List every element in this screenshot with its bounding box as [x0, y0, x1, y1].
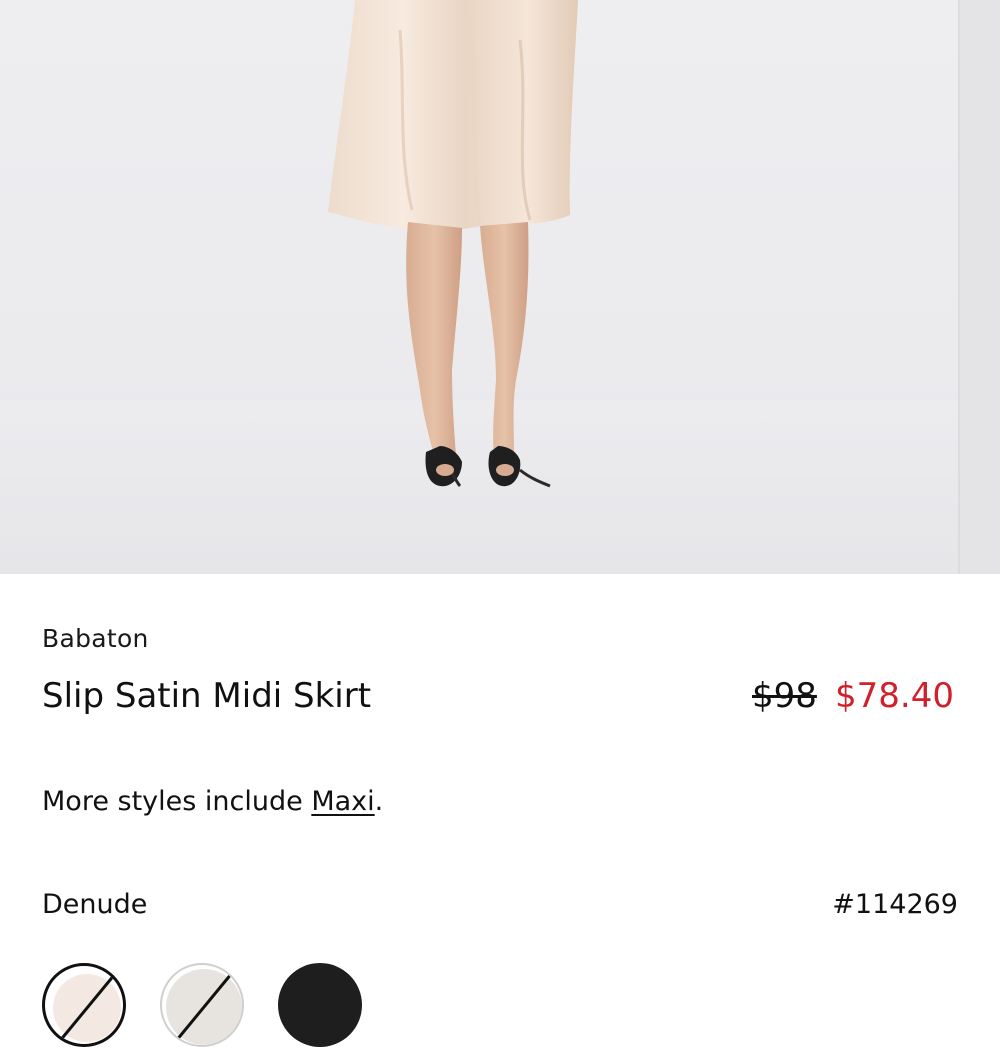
- next-image-peek[interactable]: [958, 0, 1000, 574]
- product-title: Slip Satin Midi Skirt: [42, 676, 372, 716]
- selected-color-name: Denude: [42, 889, 148, 920]
- swatch-light-grey[interactable]: [160, 963, 244, 1047]
- more-styles-suffix: .: [374, 786, 384, 817]
- product-photo: [0, 0, 960, 574]
- more-styles-prefix: More styles include: [42, 786, 312, 817]
- maxi-style-link[interactable]: Maxi: [311, 786, 374, 817]
- swatch-black[interactable]: [278, 963, 362, 1047]
- more-styles-text: More styles include Maxi.: [42, 786, 383, 817]
- sale-price: $78.40: [835, 676, 954, 716]
- swatch-denude-fill: [53, 973, 121, 1043]
- brand-name[interactable]: Babaton: [42, 624, 149, 653]
- product-sku: #114269: [832, 889, 958, 920]
- swatch-light-grey-fill: [166, 969, 242, 1045]
- swatch-denude[interactable]: [42, 963, 126, 1047]
- product-image[interactable]: [0, 0, 1000, 574]
- original-price: $98: [752, 676, 817, 716]
